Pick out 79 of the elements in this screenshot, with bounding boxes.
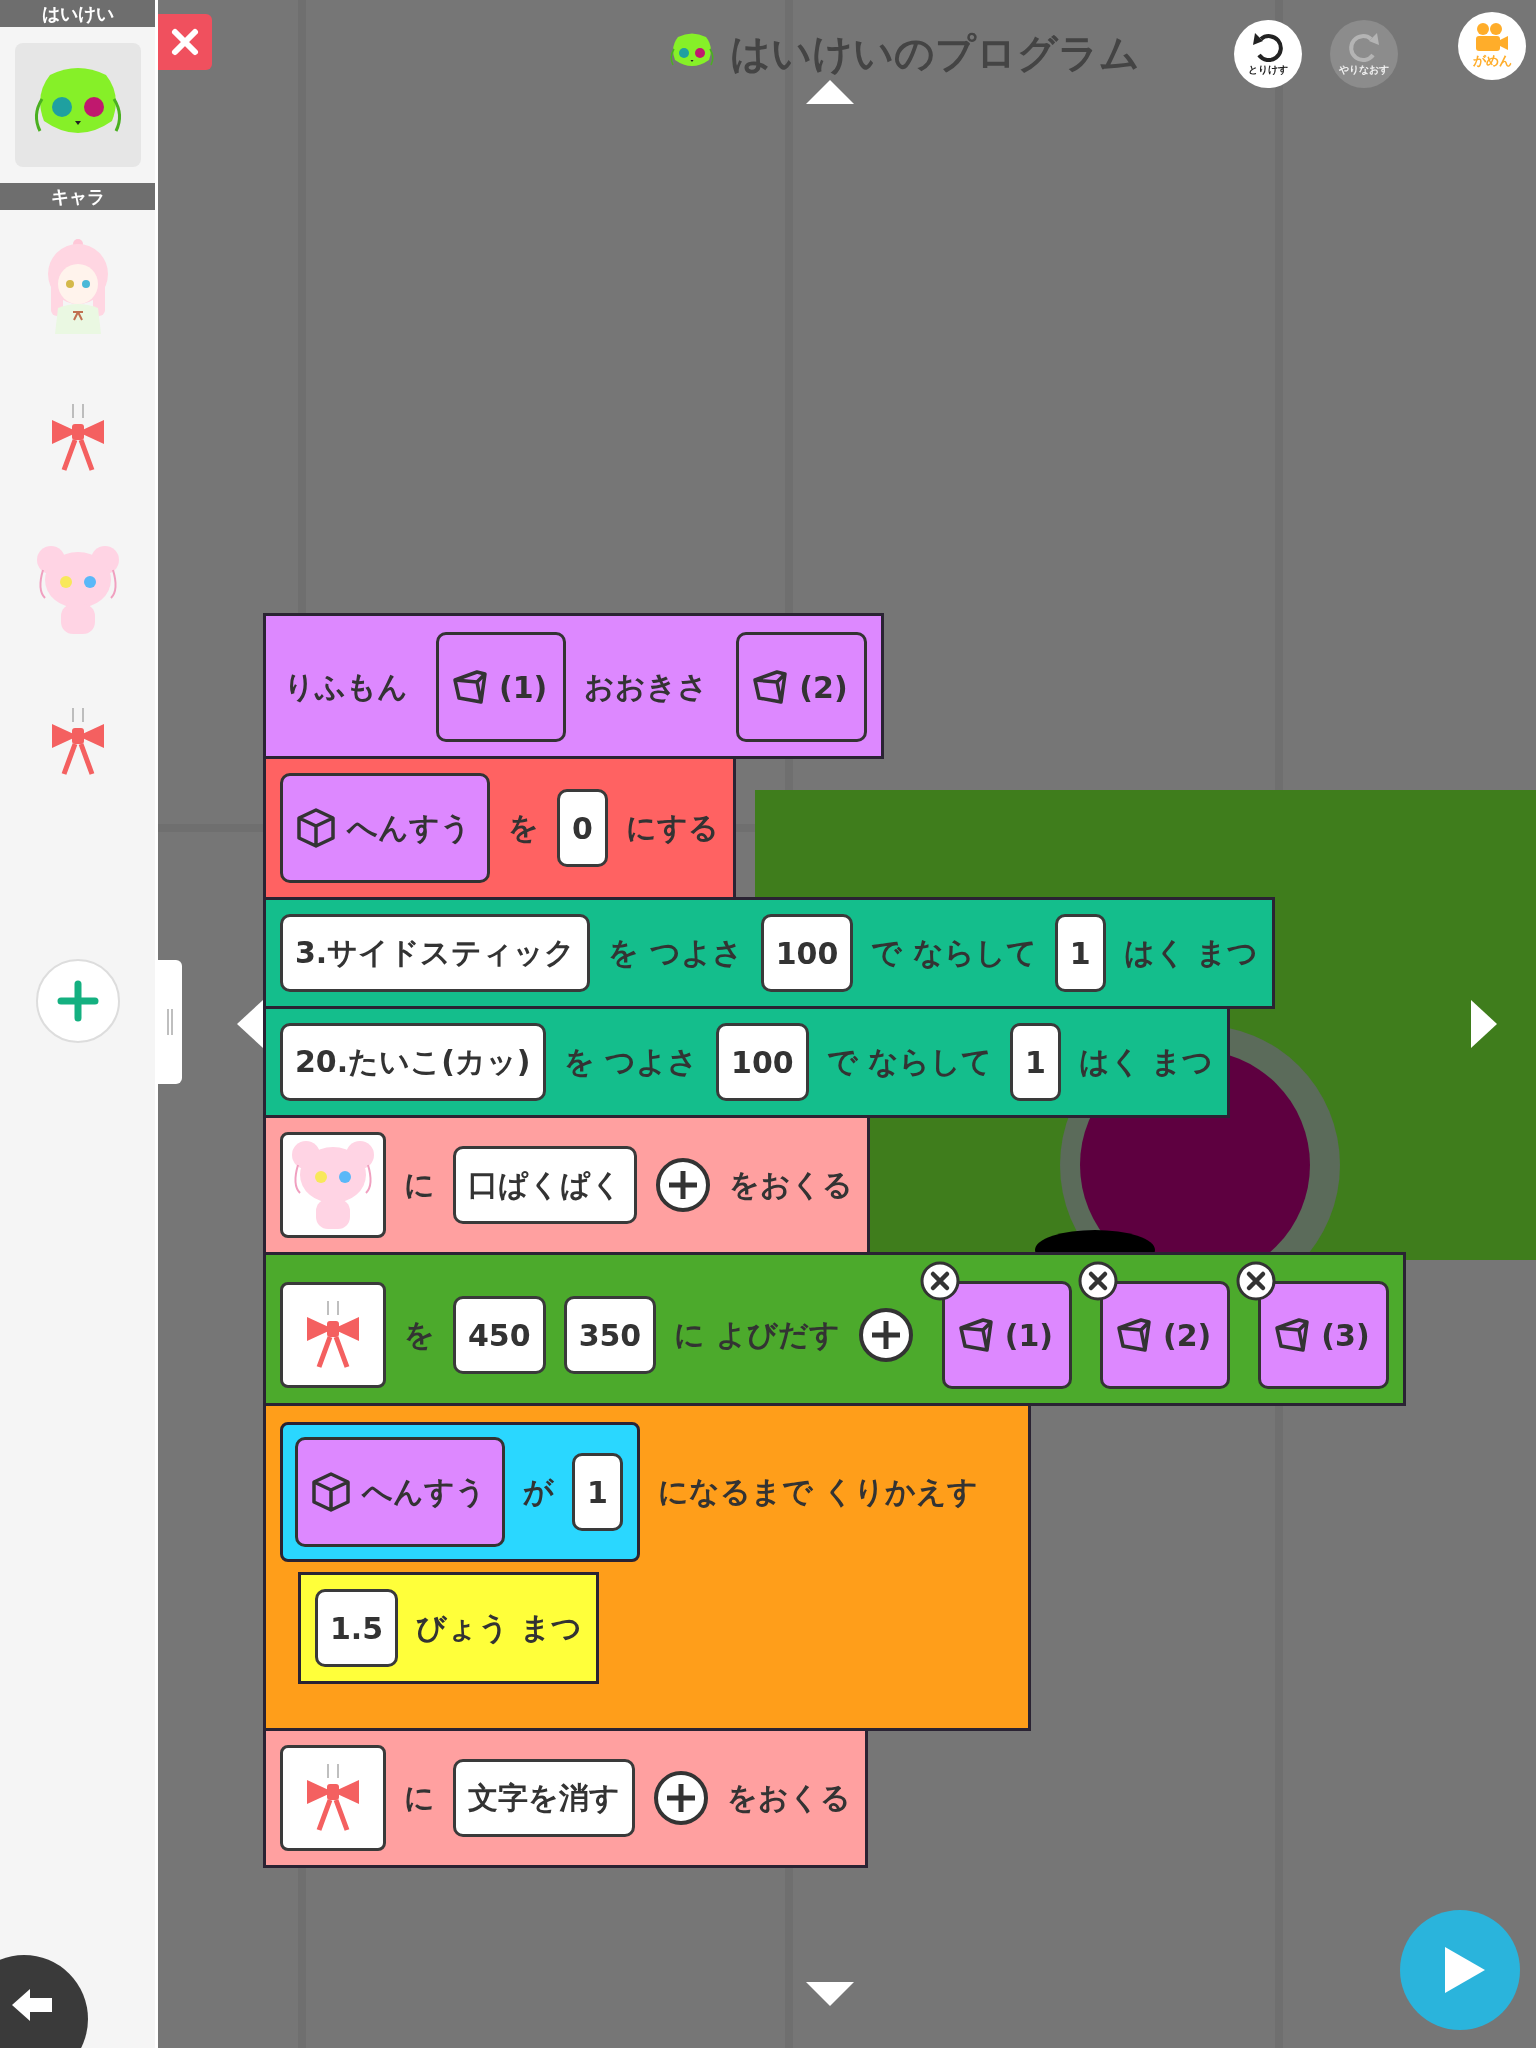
prism-icon [451, 668, 489, 706]
value-field[interactable]: 450 [453, 1296, 546, 1374]
set-block[interactable]: へんすう を 0 にする [263, 756, 736, 900]
block-label: を [404, 1315, 435, 1354]
value-field[interactable]: 350 [563, 1296, 657, 1374]
scroll-left-icon[interactable] [235, 998, 265, 1050]
block-label: で ならして [871, 933, 1037, 972]
sound-block[interactable]: 20.たいこ(カッ) を つよさ 100 で ならして 1 はく まつ [263, 1006, 1231, 1118]
variable-chip[interactable]: へんすう [295, 1437, 505, 1547]
prism-icon [751, 668, 790, 706]
define-block[interactable]: りふもん (1) おおきさ (2) [263, 613, 884, 759]
block-label: を [508, 808, 539, 847]
value-field[interactable]: 1 [572, 1453, 623, 1531]
message-block[interactable]: に 文字を消す をおくる [263, 1728, 868, 1868]
scroll-down-icon[interactable] [804, 1980, 856, 2008]
wait-block[interactable]: 1.5 びょう まつ [298, 1572, 599, 1684]
undo-icon [1251, 31, 1285, 63]
block-label: はく まつ [1123, 933, 1259, 972]
cube-icon [295, 807, 337, 849]
block-label: おおきさ [584, 667, 709, 706]
sound-block[interactable]: 3.サイドスティック を つよさ 100 で ならして 1 はく まつ [263, 897, 1276, 1009]
value-field[interactable]: 1 [1010, 1023, 1061, 1101]
value-field[interactable]: 3.サイドスティック [280, 914, 591, 992]
block-label: が [523, 1472, 554, 1511]
character-slot[interactable] [280, 1282, 386, 1388]
scroll-right-icon[interactable] [1469, 998, 1499, 1050]
block-label: に [404, 1778, 435, 1817]
value-field[interactable]: 文字を消す [453, 1759, 635, 1837]
value-field[interactable]: 100 [716, 1023, 809, 1101]
block-label: りふもん [284, 667, 408, 706]
section-header: キャラ [0, 183, 155, 210]
spawn-block[interactable]: を 450 350 に よびだす (1) (2) (3) [263, 1252, 1406, 1406]
parameter-chip[interactable]: (2) [1100, 1281, 1231, 1389]
cube-icon [310, 1471, 352, 1513]
value-field[interactable]: 口ぱくぱく [453, 1146, 637, 1224]
parameter-chip[interactable]: (3) [1258, 1281, 1389, 1389]
message-block[interactable]: に 口ぱくぱく をおくる [263, 1115, 870, 1255]
block-label: を つよさ [608, 933, 743, 972]
background-thumbnail[interactable] [14, 43, 141, 167]
block-label: になるまで くりかえす [657, 1472, 979, 1511]
prism-icon [1273, 1316, 1312, 1354]
repeat-block[interactable]: へんすう が 1 になるまで くりかえす 1.5 びょう まつ [263, 1403, 1031, 1731]
section-header: はいけい [0, 0, 155, 27]
remove-icon[interactable] [1078, 1261, 1118, 1301]
block-label: にする [625, 808, 719, 847]
condition-block[interactable]: へんすう が 1 [280, 1422, 640, 1562]
parameter-chip[interactable]: (1) [436, 632, 567, 742]
add-icon[interactable] [653, 1770, 709, 1826]
movie-camera-icon [1474, 22, 1510, 52]
prism-icon [1115, 1316, 1153, 1354]
block-label: に [404, 1165, 435, 1204]
block-label: で ならして [826, 1042, 993, 1081]
parameter-chip[interactable]: (2) [736, 632, 867, 742]
block-label: びょう まつ [416, 1608, 582, 1647]
undo-button[interactable]: とりけす [1234, 20, 1302, 88]
value-field[interactable]: 20.たいこ(カッ) [280, 1023, 546, 1101]
value-field[interactable]: 1.5 [315, 1589, 399, 1667]
block-label: を つよさ [563, 1042, 699, 1081]
block-label: をおくる [727, 1778, 851, 1817]
block-label: に よびだす [674, 1315, 840, 1354]
character-slot[interactable] [280, 1132, 386, 1238]
parameter-chip[interactable]: (1) [941, 1281, 1072, 1389]
block-label: はく まつ [1079, 1042, 1214, 1081]
block-label: をおくる [729, 1165, 853, 1204]
close-icon [170, 27, 200, 57]
add-icon[interactable] [655, 1157, 711, 1213]
value-field[interactable]: 100 [760, 914, 854, 992]
value-field[interactable]: 1 [1054, 914, 1106, 992]
add-icon[interactable] [857, 1307, 914, 1363]
remove-icon[interactable] [1236, 1261, 1277, 1301]
character-slot[interactable] [280, 1745, 386, 1851]
prism-icon [956, 1316, 995, 1354]
remove-icon[interactable] [919, 1261, 960, 1301]
scroll-up-icon[interactable] [804, 78, 856, 106]
close-button[interactable] [158, 14, 212, 70]
variable-chip[interactable]: へんすう [280, 773, 490, 883]
redo-icon [1347, 31, 1381, 63]
panel-handle[interactable] [158, 960, 182, 1084]
value-field[interactable]: 0 [557, 789, 608, 867]
